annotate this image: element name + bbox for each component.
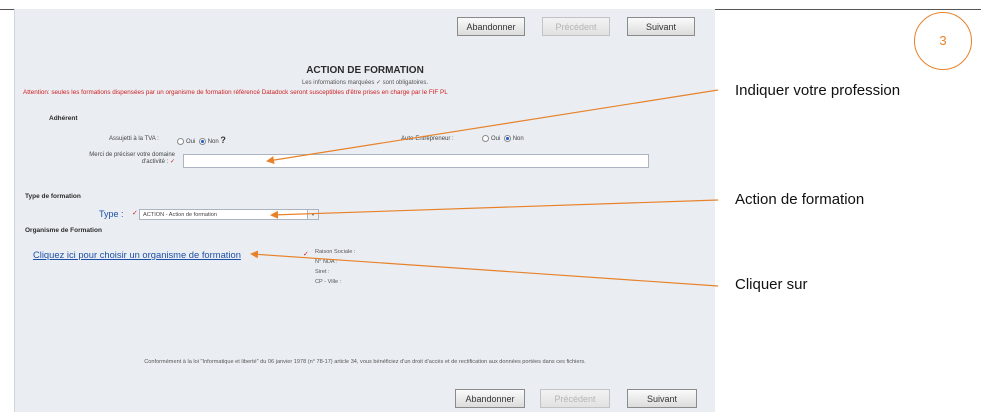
tva-oui-radio[interactable] — [177, 137, 184, 145]
cp-ville-label: CP - Ville : — [315, 279, 342, 285]
privacy-footer: Conformément à la loi "Informatique et l… — [144, 359, 586, 365]
type-select-value: ACTION - Action de formation — [143, 212, 217, 218]
callout-click: Cliquer sur — [735, 276, 808, 293]
previous-button-bottom[interactable]: Précédent — [540, 389, 610, 408]
section-adherent: Adhérent — [49, 115, 78, 122]
help-icon[interactable]: ? — [220, 135, 226, 145]
organisme-info: Raison Sociale : N° NDA : Siret : CP - V… — [315, 247, 355, 287]
next-button-bottom[interactable]: Suivant — [627, 389, 697, 408]
type-select[interactable]: ACTION - Action de formation ▾ — [139, 209, 319, 220]
choose-organisme-link[interactable]: Cliquez ici pour choisir un organisme de… — [33, 249, 241, 260]
type-required-icon: ✓ — [132, 210, 138, 217]
abandon-button-bottom[interactable]: Abandonner — [455, 389, 525, 408]
tva-oui-label: Oui — [186, 139, 196, 145]
tva-non-label: Non — [207, 139, 219, 145]
form-panel: Abandonner Précédent Suivant ACTION DE F… — [14, 9, 715, 412]
auto-oui-radio[interactable] — [482, 135, 489, 142]
callout-profession: Indiquer votre profession — [735, 82, 901, 99]
profession-label: Merci de préciser votre domaine d'activi… — [25, 152, 175, 165]
datadock-warning: Attention: seules les formations dispens… — [23, 89, 448, 96]
auto-non-label: Non — [512, 136, 524, 143]
nda-label: N° NDA : — [315, 259, 338, 265]
required-check-icon: ✓ — [169, 159, 175, 165]
raison-sociale-label: Raison Sociale : — [315, 249, 356, 255]
previous-button-top[interactable]: Précédent — [542, 17, 610, 36]
next-button-top[interactable]: Suivant — [627, 17, 695, 36]
auto-entrepreneur-label: Auto-Entrepreneur : — [401, 136, 454, 142]
profession-label-line2: d'activité : ✓ — [25, 158, 175, 165]
profession-input[interactable] — [183, 154, 649, 168]
section-type-formation: Type de formation — [25, 193, 81, 200]
required-note: Les informations marquées ✓ sont obligat… — [301, 80, 429, 86]
step-badge: 3 — [914, 12, 972, 70]
type-label: Type : — [99, 209, 124, 219]
auto-options: Oui Non — [482, 135, 524, 142]
auto-non-radio[interactable] — [503, 135, 511, 142]
tva-options: Oui Non ? — [177, 135, 226, 145]
profession-label-text: d'activité : — [141, 159, 169, 165]
organisme-required-icon: ✓ — [303, 251, 309, 258]
auto-oui-label: Oui — [491, 136, 501, 143]
callout-action: Action de formation — [735, 191, 865, 208]
section-organisme: Organisme de Formation — [25, 227, 102, 234]
abandon-button-top[interactable]: Abandonner — [457, 17, 525, 36]
tva-label: Assujetti à la TVA : — [109, 136, 159, 142]
siret-label: Siret : — [315, 269, 330, 275]
tva-non-radio[interactable] — [198, 137, 206, 145]
page-title: ACTION DE FORMATION — [306, 65, 424, 76]
chevron-down-icon: ▾ — [307, 210, 318, 219]
